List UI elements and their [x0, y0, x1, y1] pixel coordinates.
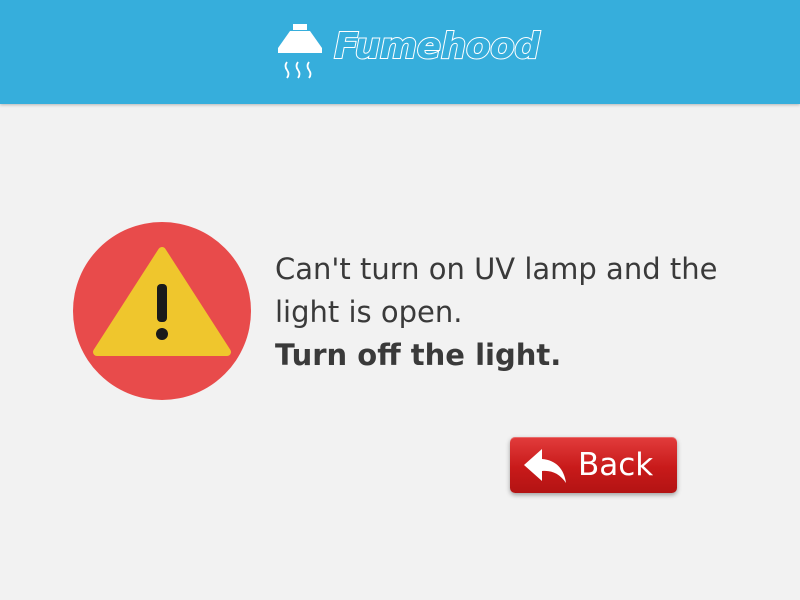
warning-icon: [73, 222, 251, 400]
back-button-label: Back: [578, 447, 654, 483]
back-arrow-icon: [524, 449, 566, 483]
app-header: Fumehood: [0, 0, 800, 104]
alert-message-line-1: Can't turn on UV lamp and the: [275, 252, 718, 286]
logo-text: Fumehood: [333, 25, 541, 68]
alert-message: Can't turn on UV lamp and the light is o…: [275, 248, 775, 377]
back-button[interactable]: Back: [510, 437, 677, 493]
fumehood-logo: Fumehood: [276, 22, 541, 84]
fume-hood-icon: [278, 24, 322, 79]
alert-instruction: Turn off the light.: [275, 338, 562, 372]
alert-message-line-2: light is open.: [275, 295, 463, 329]
